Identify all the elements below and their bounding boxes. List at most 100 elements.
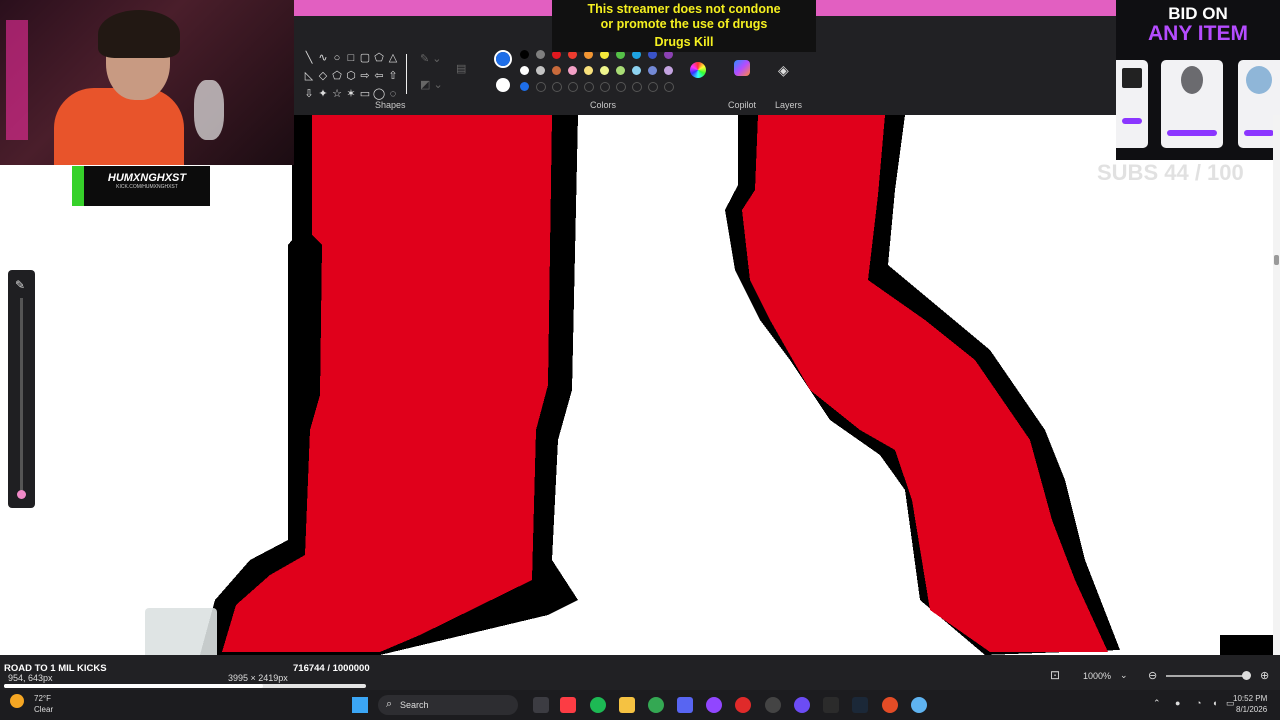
- windows-start-icon[interactable]: [352, 697, 368, 713]
- color-swatch[interactable]: [552, 66, 561, 75]
- cursor-position: 954, 643px: [8, 673, 53, 683]
- secondary-color-swatch[interactable]: [496, 78, 510, 92]
- color-swatch[interactable]: [520, 50, 529, 59]
- auction-bid-button[interactable]: [1122, 118, 1142, 124]
- hexagon-shape-icon[interactable]: ⬡: [344, 69, 358, 83]
- empty-custom-color-slot[interactable]: [648, 82, 658, 92]
- empty-custom-color-slot[interactable]: [664, 82, 674, 92]
- microphone-icon[interactable]: ●: [1175, 698, 1180, 708]
- color-swatch[interactable]: [648, 66, 657, 75]
- chrome-icon[interactable]: [648, 697, 664, 713]
- empty-custom-color-slot[interactable]: [536, 82, 546, 92]
- music-app-icon[interactable]: [560, 697, 576, 713]
- color-swatch[interactable]: [616, 66, 625, 75]
- opera-icon[interactable]: [735, 697, 751, 713]
- fill-style-icon[interactable]: ◩ ⌄: [420, 78, 443, 91]
- color-swatch[interactable]: [600, 66, 609, 75]
- color-swatch[interactable]: [520, 66, 529, 75]
- taskbar-search-box[interactable]: ⌕ Search: [378, 695, 518, 715]
- clock-time[interactable]: 10:52 PM: [1233, 694, 1267, 703]
- vertical-scrollbar[interactable]: [1273, 115, 1280, 655]
- auction-bid-button[interactable]: [1167, 130, 1217, 136]
- zoom-in-icon[interactable]: ⊕: [1260, 669, 1269, 682]
- six-point-star-shape-icon[interactable]: ✶: [344, 87, 358, 101]
- triangle-shape-icon[interactable]: △: [386, 51, 400, 65]
- color-swatch[interactable]: [664, 66, 673, 75]
- zoom-out-icon[interactable]: ⊖: [1148, 669, 1157, 682]
- subs-goal: SUBS 44 / 100: [1097, 160, 1244, 185]
- zoom-slider-thumb[interactable]: [1242, 671, 1251, 680]
- color-swatch[interactable]: [536, 50, 545, 59]
- rectangle-shape-icon[interactable]: □: [344, 51, 358, 65]
- down-arrow-shape-icon[interactable]: ⇩: [302, 87, 316, 101]
- rounded-rect-shape-icon[interactable]: ▢: [358, 51, 372, 65]
- weather-icon[interactable]: [10, 694, 24, 708]
- file-explorer-icon[interactable]: [619, 697, 635, 713]
- right-triangle-shape-icon[interactable]: ◺: [302, 69, 316, 83]
- color-swatch[interactable]: [568, 66, 577, 75]
- left-arrow-shape-icon[interactable]: ⇦: [372, 69, 386, 83]
- obs-icon[interactable]: [765, 697, 781, 713]
- polygon-shape-icon[interactable]: ⬠: [372, 51, 386, 65]
- diamond-shape-icon[interactable]: ◇: [316, 69, 330, 83]
- heart-shape-icon[interactable]: ◌: [386, 87, 400, 101]
- layers-icon[interactable]: ◈: [778, 62, 789, 79]
- pentagon-shape-icon[interactable]: ⬠: [330, 69, 344, 83]
- discord-icon[interactable]: [677, 697, 693, 713]
- copilot-label: Copilot: [728, 100, 757, 110]
- color-swatch[interactable]: [536, 66, 545, 75]
- color-palette[interactable]: [520, 50, 690, 94]
- color-swatch[interactable]: [584, 66, 593, 75]
- primary-color-swatch[interactable]: [494, 50, 512, 68]
- paint-status-bar: ROAD TO 1 MIL KICKS 954, 643px 3995 × 24…: [0, 655, 1280, 690]
- empty-custom-color-slot[interactable]: [552, 82, 562, 92]
- four-point-star-shape-icon[interactable]: ✦: [316, 87, 330, 101]
- zoom-slider[interactable]: [1166, 675, 1246, 677]
- tray-chevron-icon[interactable]: ⌃: [1153, 698, 1161, 709]
- spotify-icon[interactable]: [590, 697, 606, 713]
- line-shape-icon[interactable]: ╲: [302, 51, 316, 65]
- zoom-dropdown-icon[interactable]: ⌄: [1120, 670, 1128, 681]
- auction-card[interactable]: [1116, 60, 1148, 148]
- shapes-scroll-handle[interactable]: [406, 54, 407, 94]
- purple-app-icon[interactable]: [706, 697, 722, 713]
- browser-icon[interactable]: [882, 697, 898, 713]
- color-swatch[interactable]: [632, 66, 641, 75]
- weather-desc[interactable]: Clear: [34, 705, 53, 714]
- shape-size-icon[interactable]: ▤: [456, 62, 466, 75]
- brush-size-track[interactable]: [20, 298, 23, 494]
- copilot-icon[interactable]: [734, 60, 750, 76]
- app-icon[interactable]: [794, 697, 810, 713]
- clock-date[interactable]: 8/1/2026: [1236, 705, 1267, 714]
- zoom-level[interactable]: 1000%: [1083, 671, 1111, 681]
- steam-icon[interactable]: [852, 697, 868, 713]
- shapes-label: Shapes: [375, 100, 406, 110]
- auction-bid-button[interactable]: [1244, 130, 1274, 136]
- callout-rect-shape-icon[interactable]: ▭: [358, 87, 372, 101]
- fit-to-window-icon[interactable]: ⊡: [1050, 668, 1060, 682]
- task-view-icon[interactable]: [533, 697, 549, 713]
- empty-custom-color-slot[interactable]: [632, 82, 642, 92]
- volume-icon[interactable]: ◖: [1212, 698, 1217, 708]
- edit-colors-icon[interactable]: [690, 62, 706, 78]
- empty-custom-color-slot[interactable]: [600, 82, 610, 92]
- vertical-scroll-thumb[interactable]: [1274, 255, 1279, 265]
- auction-card[interactable]: [1161, 60, 1223, 148]
- five-point-star-shape-icon[interactable]: ☆: [330, 87, 344, 101]
- outline-style-icon[interactable]: ✎ ⌄: [420, 52, 442, 65]
- callout-oval-shape-icon[interactable]: ◯: [372, 87, 386, 101]
- terminal-icon[interactable]: [823, 697, 839, 713]
- brush-size-thumb[interactable]: [17, 490, 26, 499]
- color-swatch[interactable]: [520, 82, 529, 91]
- empty-custom-color-slot[interactable]: [568, 82, 578, 92]
- wifi-icon[interactable]: ◔: [1196, 698, 1201, 708]
- right-arrow-shape-icon[interactable]: ⇨: [358, 69, 372, 83]
- weather-temp[interactable]: 72°F: [34, 694, 51, 703]
- paint-app-icon[interactable]: [911, 697, 927, 713]
- empty-custom-color-slot[interactable]: [584, 82, 594, 92]
- empty-custom-color-slot[interactable]: [616, 82, 626, 92]
- curve-shape-icon[interactable]: ∿: [316, 51, 330, 65]
- shapes-gallery[interactable]: ╲ ∿ ○ □ ▢ ⬠ △ ◺ ◇ ⬠ ⬡ ⇨ ⇦ ⇧ ⇩ ✦ ☆ ✶ ▭ ◯ ◌: [302, 48, 406, 101]
- up-arrow-shape-icon[interactable]: ⇧: [386, 69, 400, 83]
- oval-shape-icon[interactable]: ○: [330, 51, 344, 65]
